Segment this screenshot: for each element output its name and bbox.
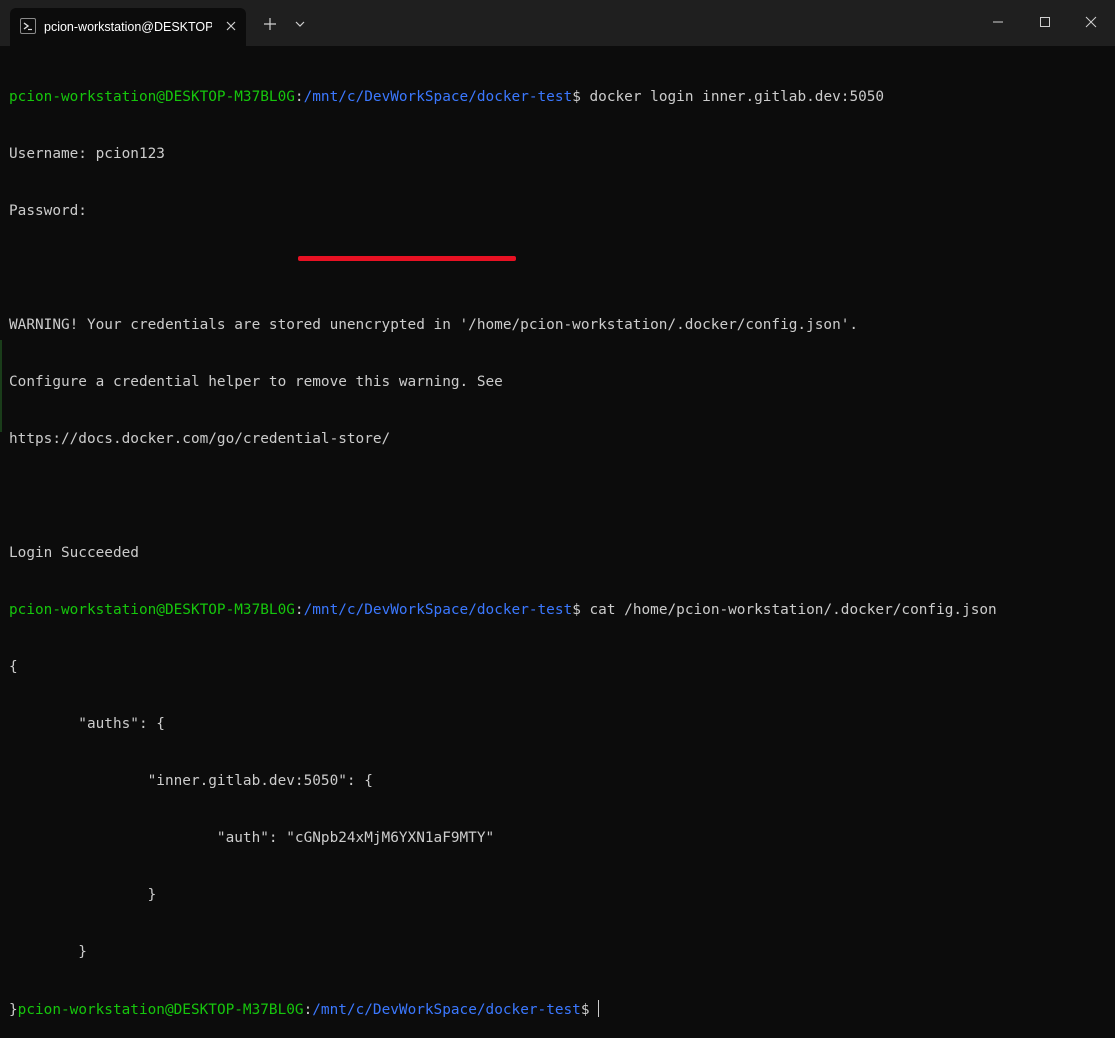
minimize-icon[interactable] [976,8,1020,36]
chevron-down-icon[interactable] [291,14,309,34]
terminal-tab[interactable]: pcion-workstation@DESKTOP- [10,8,246,46]
command-line-1: pcion-workstation@DESKTOP-M37BL0G:/mnt/c… [9,88,1109,107]
tab-title: pcion-workstation@DESKTOP- [44,20,212,34]
powershell-icon [20,18,36,34]
new-tab-icon[interactable] [260,14,280,34]
json-auth-line: "auth": "cGNpb24xMjM6YXN1aF9MTY" [9,830,495,846]
prompt-user-host: pcion-workstation@DESKTOP-M37BL0G [9,89,295,105]
output-line: Username: pcion123 [9,146,165,162]
terminal-output[interactable]: pcion-workstation@DESKTOP-M37BL0G:/mnt/c… [9,50,1109,1018]
command-text: cat /home/pcion-workstation/.docker/conf… [580,602,997,618]
prompt-user-host: pcion-workstation@DESKTOP-M37BL0G [17,1002,304,1018]
command-text: docker login inner.gitlab.dev:5050 [580,89,885,105]
json-line: "inner.gitlab.dev:5050": { [9,773,373,789]
prompt-separator: : [294,602,304,618]
prompt-path: /mnt/c/DevWorkSpace/docker-test [303,602,573,618]
prompt-dollar: $ [572,602,581,618]
close-window-icon[interactable] [1069,8,1113,36]
warning-line: Configure a credential helper to remove … [9,374,503,390]
prompt-dollar: $ [572,89,581,105]
output-line: Login Succeeded [9,545,139,561]
prompt-separator: : [294,89,304,105]
command-line-2: pcion-workstation@DESKTOP-M37BL0G:/mnt/c… [9,601,1109,620]
close-tab-icon[interactable] [222,17,240,35]
command-line-3: }pcion-workstation@DESKTOP-M37BL0G:/mnt/… [9,1000,1109,1019]
json-close-brace: } [9,1002,18,1018]
scroll-edge [0,340,2,432]
warning-link-line: https://docs.docker.com/go/credential-st… [9,431,391,447]
json-line: "auths": { [9,716,165,732]
json-line: } [9,887,157,903]
prompt-path: /mnt/c/DevWorkSpace/docker-test [303,89,573,105]
prompt-dollar: $ [580,1002,590,1018]
maximize-icon[interactable] [1023,8,1067,36]
text-cursor [598,1000,600,1017]
redaction-mark [298,256,516,261]
output-line: Password: [9,203,87,219]
json-line: { [9,659,18,675]
prompt-path: /mnt/c/DevWorkSpace/docker-test [312,1002,581,1018]
json-line: } [9,944,87,960]
command-text [590,1002,599,1018]
prompt-separator: : [303,1002,313,1018]
title-bar: pcion-workstation@DESKTOP- [0,0,1115,46]
warning-line: WARNING! Your credentials are stored une… [9,317,859,333]
prompt-user-host: pcion-workstation@DESKTOP-M37BL0G [9,602,295,618]
